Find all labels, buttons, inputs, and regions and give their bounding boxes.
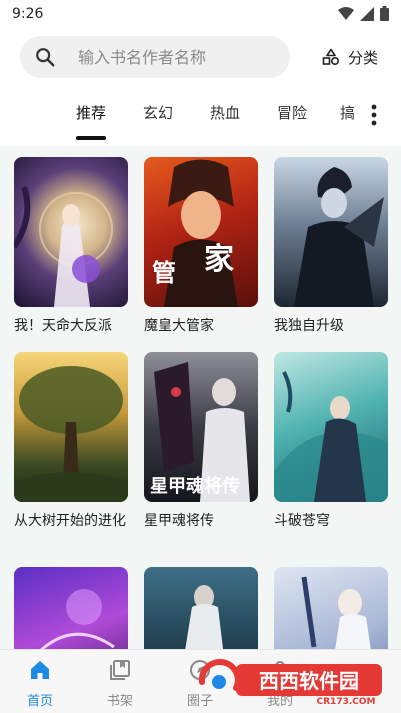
cover-art: 星甲魂将传 [150,362,250,502]
category-button[interactable]: 分类 [322,44,378,70]
book-cover[interactable] [14,352,128,502]
cover-art [14,366,128,502]
wifi-icon [338,6,354,20]
book-cover[interactable] [274,567,388,649]
svg-text:管: 管 [152,258,176,287]
book-cover[interactable]: 管 家 [144,157,258,307]
book-title: 斗破苍穹 [274,513,330,529]
tab-overflow-partial[interactable]: 搞 [340,102,360,126]
cover-art [274,371,388,502]
bookshelf-icon [110,660,130,680]
tab-maoxian[interactable]: 冒险 [277,102,307,123]
cover-art [14,186,113,307]
book-cover[interactable] [274,352,388,502]
book-title: 从大树开始的进化 [14,513,126,529]
cover-art [294,167,384,307]
search-input[interactable] [78,46,278,68]
svg-text:西西软件园: 西西软件园 [259,669,359,693]
book-title: 我！天命大反派 [14,318,112,334]
home-icon [31,661,49,679]
status-bar: 9:26 [0,0,401,30]
nav-home-label: 首页 [26,694,53,709]
book-grid: 我！天命大反派 管 家 魔皇大管家 我独自升级 从大树开始的进化 星甲魂将传 星… [0,146,401,649]
search-bar[interactable] [20,36,290,78]
book-cover[interactable] [274,157,388,307]
book-title: 我独自升级 [274,318,344,334]
tab-xuanhuan[interactable]: 玄幻 [143,102,173,123]
book-cover[interactable] [14,157,128,307]
tab-recommend[interactable]: 推荐 [76,102,106,123]
nav-bookshelf-label: 书架 [106,694,133,709]
svg-text:家: 家 [204,242,234,277]
book-cover[interactable]: 星甲魂将传 [144,352,258,502]
nav-bookshelf[interactable]: 书架 [90,658,150,709]
status-time: 9:26 [12,6,44,22]
category-label: 分类 [348,48,379,67]
cover-art [185,585,224,649]
cover-art [301,576,371,649]
search-icon [36,48,55,67]
svg-text:星甲魂将传: 星甲魂将传 [150,475,240,497]
cover-art [40,589,115,649]
book-cover[interactable] [14,567,128,649]
cover-art: 管 家 [152,159,238,307]
battery-icon [380,6,389,21]
nav-home[interactable]: 首页 [10,658,70,709]
status-icons [338,6,389,21]
book-cover[interactable] [144,567,258,649]
active-tab-indicator [76,136,106,140]
book-title: 魔皇大管家 [144,318,214,334]
genre-tabs: 推荐 玄幻 热血 冒险 搞 [0,96,401,146]
signal-icon [360,6,374,21]
watermark-logo: 西西软件园 CR173.COM [198,659,382,706]
book-title: 星甲魂将传 [144,513,214,529]
category-icon [322,48,340,66]
tab-rexue[interactable]: 热血 [210,102,240,123]
svg-text:CR173.COM: CR173.COM [317,697,376,706]
more-vertical-icon[interactable] [364,102,384,128]
